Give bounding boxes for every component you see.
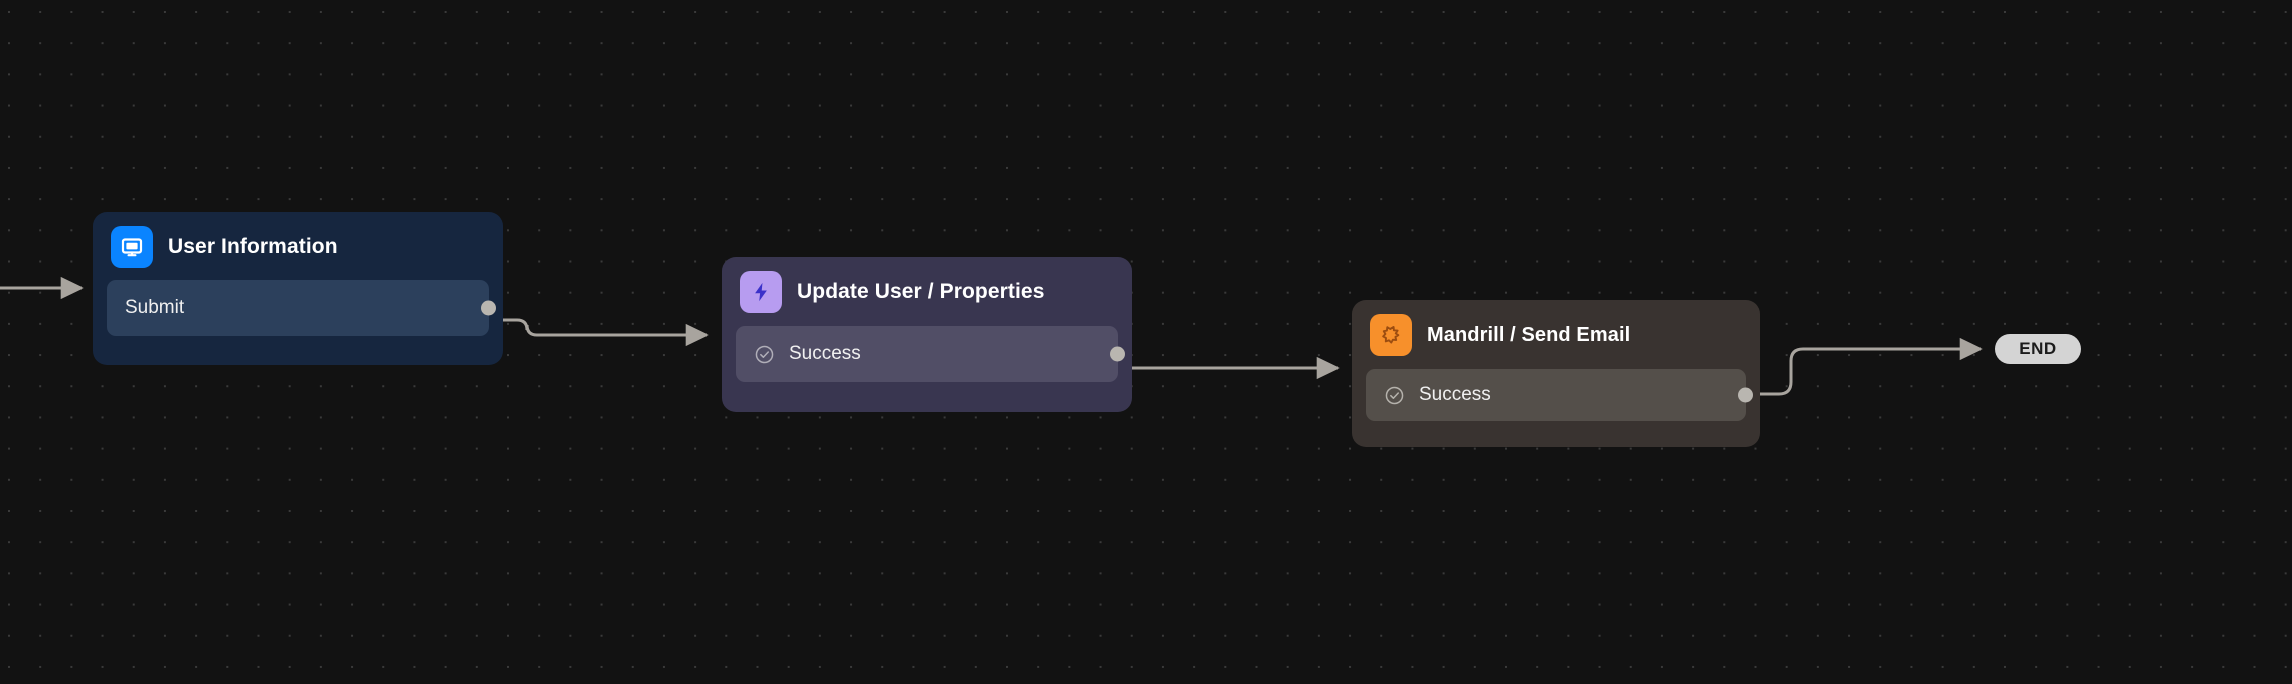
node-row-label: Submit <box>125 297 185 318</box>
node-end[interactable]: END <box>1995 334 2081 364</box>
lightning-bolt-icon <box>740 271 782 313</box>
output-port[interactable] <box>1738 387 1753 403</box>
end-label: END <box>2019 339 2057 358</box>
edge-user-information-to-update-user <box>489 318 709 347</box>
node-row-success[interactable]: Success <box>736 326 1125 382</box>
node-header: User Information <box>107 226 489 268</box>
node-title: User Information <box>168 235 338 258</box>
check-circle-icon <box>754 344 775 365</box>
node-mandrill-send-email[interactable]: Mandrill / Send Email Success <box>1352 300 1760 447</box>
edge-mandrill-to-end <box>1747 337 1983 396</box>
mandrill-icon <box>1370 314 1412 356</box>
node-row-label: Success <box>1419 384 1491 405</box>
output-port[interactable] <box>481 300 496 316</box>
node-header: Mandrill / Send Email <box>1366 314 1746 356</box>
node-row-submit[interactable]: Submit <box>107 280 496 336</box>
node-update-user-properties[interactable]: Update User / Properties Success <box>722 257 1132 412</box>
node-title: Mandrill / Send Email <box>1427 323 1631 346</box>
node-title: Update User / Properties <box>797 280 1045 303</box>
monitor-icon <box>111 226 153 268</box>
node-row-label: Success <box>789 343 861 364</box>
check-circle-icon <box>1384 385 1405 406</box>
output-port[interactable] <box>1110 346 1125 362</box>
node-row-success[interactable]: Success <box>1366 369 1753 421</box>
node-header: Update User / Properties <box>736 271 1118 313</box>
node-user-information[interactable]: User Information Submit <box>93 212 503 365</box>
workflow-canvas[interactable]: User Information Submit Update User / Pr… <box>0 0 2292 684</box>
